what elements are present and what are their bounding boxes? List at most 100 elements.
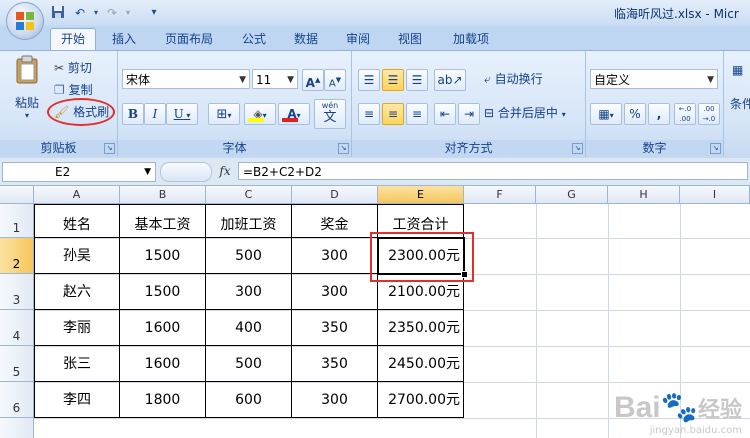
customize-qat-icon[interactable]: ▾ — [146, 5, 162, 21]
orientation-button[interactable]: ab↗ — [434, 69, 466, 91]
cell-d4[interactable]: 350 — [292, 310, 378, 346]
header-cell-c[interactable]: 加班工资 — [206, 204, 292, 238]
row-header-5[interactable]: 5 — [0, 346, 34, 382]
row-header-7[interactable] — [0, 418, 34, 438]
formula-input[interactable]: =B2+C2+D2 — [238, 162, 748, 180]
cell-a2[interactable]: 孙吴 — [34, 238, 120, 274]
chevron-down-icon[interactable]: ▾ — [120, 5, 136, 21]
cell-c4[interactable]: 400 — [206, 310, 292, 346]
header-cell-a[interactable]: 姓名 — [34, 204, 120, 238]
row-header-6[interactable]: 6 — [0, 382, 34, 418]
tab-insert[interactable]: 插入 — [104, 29, 144, 49]
phonetic-button[interactable]: wén 文 — [314, 99, 346, 129]
cell-c2[interactable]: 500 — [206, 238, 292, 274]
worksheet-grid[interactable]: A B C D E F G H I 1 2 3 4 5 6 姓名 基本工资 加班工资… — [0, 186, 750, 438]
paste-button[interactable]: 粘贴 ▾ — [10, 55, 44, 120]
cell-b2[interactable]: 1500 — [120, 238, 206, 274]
conditional-format-label[interactable]: 条件 — [730, 95, 750, 113]
underline-button[interactable]: U ▾ — [166, 103, 198, 125]
formula-bar-grip[interactable] — [160, 162, 212, 182]
align-center-button[interactable]: ≡ — [382, 103, 404, 125]
wrap-text-button[interactable]: ⤶ 自动换行 — [484, 70, 543, 88]
font-size-select[interactable]: 11 ▼ — [252, 69, 298, 89]
cell-c5[interactable]: 500 — [206, 346, 292, 382]
copy-button[interactable]: ❐ 复制 — [54, 81, 93, 99]
select-all-corner[interactable] — [0, 186, 34, 204]
column-header-d[interactable]: D — [292, 186, 378, 204]
cell-a5[interactable]: 张三 — [34, 346, 120, 382]
row-header-1[interactable]: 1 — [0, 204, 34, 238]
dialog-launcher-icon[interactable]: ↘ — [338, 143, 349, 154]
align-middle-button[interactable]: ☰ — [382, 69, 404, 91]
dialog-launcher-icon[interactable]: ↘ — [104, 143, 115, 154]
cell-b4[interactable]: 1600 — [120, 310, 206, 346]
cell-e6[interactable]: 2700.00元 — [378, 382, 464, 418]
conditional-format-icon[interactable]: ▦ — [732, 61, 743, 79]
align-bottom-button[interactable]: ☰ — [406, 69, 428, 91]
row-header-4[interactable]: 4 — [0, 310, 34, 346]
align-right-button[interactable]: ≡ — [406, 103, 428, 125]
column-header-i[interactable]: I — [680, 186, 750, 204]
cell-d6[interactable]: 300 — [292, 382, 378, 418]
tab-review[interactable]: 审阅 — [340, 29, 376, 49]
font-color-button[interactable]: A▾ — [278, 103, 310, 125]
cell-a3[interactable]: 赵六 — [34, 274, 120, 310]
align-top-button[interactable]: ☰ — [358, 69, 380, 91]
fill-color-button[interactable]: ◈▾ — [244, 103, 276, 125]
increase-indent-button[interactable]: ⇥ — [458, 103, 480, 125]
cell-e5[interactable]: 2450.00元 — [378, 346, 464, 382]
column-header-g[interactable]: G — [536, 186, 608, 204]
bold-button[interactable]: B — [122, 103, 144, 125]
column-header-e[interactable]: E — [378, 186, 464, 204]
column-header-b[interactable]: B — [120, 186, 206, 204]
decrease-decimal-button[interactable]: .00 →.0 — [698, 103, 720, 125]
grow-font-button[interactable]: A▲ — [302, 69, 324, 91]
save-icon[interactable] — [50, 5, 66, 21]
office-button[interactable] — [6, 2, 44, 40]
cell-a4[interactable]: 李丽 — [34, 310, 120, 346]
decrease-indent-button[interactable]: ⇤ — [434, 103, 456, 125]
chevron-down-icon[interactable]: ▼ — [144, 163, 151, 181]
cell-d3[interactable]: 300 — [292, 274, 378, 310]
cut-button[interactable]: ✂ 剪切 — [54, 59, 92, 77]
header-cell-b[interactable]: 基本工资 — [120, 204, 206, 238]
cell-b3[interactable]: 1500 — [120, 274, 206, 310]
cell-d5[interactable]: 350 — [292, 346, 378, 382]
cell-b5[interactable]: 1600 — [120, 346, 206, 382]
cell-d2[interactable]: 300 — [292, 238, 378, 274]
chevron-down-icon[interactable]: ▾ — [88, 5, 104, 21]
cell-c6[interactable]: 600 — [206, 382, 292, 418]
row-header-2[interactable]: 2 — [0, 238, 34, 274]
shrink-font-button[interactable]: A▼ — [324, 69, 346, 91]
percent-button[interactable]: % — [624, 103, 646, 125]
tab-addins[interactable]: 加载项 — [446, 29, 496, 49]
cell-c3[interactable]: 300 — [206, 274, 292, 310]
header-cell-d[interactable]: 奖金 — [292, 204, 378, 238]
column-header-h[interactable]: H — [608, 186, 680, 204]
name-box[interactable]: E2 ▼ — [2, 162, 156, 182]
merge-center-button[interactable]: ⊟ 合并后居中 ▾ — [484, 104, 566, 124]
column-header-f[interactable]: F — [464, 186, 536, 204]
dialog-launcher-icon[interactable]: ↘ — [710, 143, 721, 154]
accounting-format-button[interactable]: ▦▾ — [590, 103, 622, 125]
italic-button[interactable]: I — [144, 103, 166, 125]
borders-button[interactable]: ⊞▾ — [208, 103, 240, 125]
tab-page-layout[interactable]: 页面布局 — [158, 29, 220, 49]
tab-view[interactable]: 视图 — [392, 29, 428, 49]
dialog-launcher-icon[interactable]: ↘ — [572, 143, 583, 154]
tab-home[interactable]: 开始 — [50, 28, 96, 51]
column-header-a[interactable]: A — [34, 186, 120, 204]
cell-a6[interactable]: 李四 — [34, 382, 120, 418]
number-format-select[interactable]: 自定义 ▼ — [590, 69, 718, 89]
row-header-3[interactable]: 3 — [0, 274, 34, 310]
font-name-select[interactable]: 宋体 ▼ — [122, 69, 250, 89]
align-left-button[interactable]: ≡ — [358, 103, 380, 125]
cell-e4[interactable]: 2350.00元 — [378, 310, 464, 346]
increase-decimal-button[interactable]: ←.0 .00 — [674, 103, 696, 125]
undo-icon[interactable]: ↶ — [72, 5, 88, 21]
comma-button[interactable]: , — [648, 103, 670, 125]
tab-data[interactable]: 数据 — [288, 29, 324, 49]
tab-formulas[interactable]: 公式 — [236, 29, 272, 49]
column-header-c[interactable]: C — [206, 186, 292, 204]
cell-b6[interactable]: 1800 — [120, 382, 206, 418]
